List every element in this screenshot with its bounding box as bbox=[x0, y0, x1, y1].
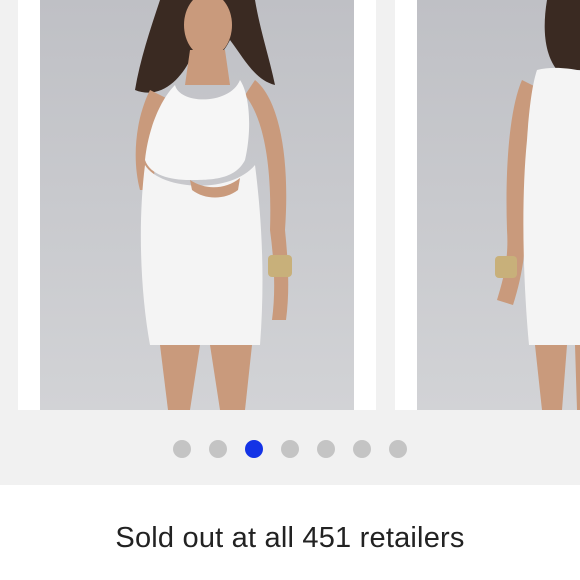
carousel-dot-6[interactable] bbox=[353, 440, 371, 458]
carousel-slide-2[interactable] bbox=[395, 0, 580, 410]
carousel-dot-5[interactable] bbox=[317, 440, 335, 458]
sold-out-status: Sold out at all 451 retailers bbox=[115, 522, 465, 554]
carousel-dot-3[interactable] bbox=[245, 440, 263, 458]
carousel-dot-1[interactable] bbox=[173, 440, 191, 458]
carousel-pagination bbox=[0, 440, 580, 458]
product-photo-back bbox=[417, 0, 580, 410]
carousel-dot-4[interactable] bbox=[281, 440, 299, 458]
image-carousel[interactable] bbox=[0, 0, 580, 485]
carousel-dot-2[interactable] bbox=[209, 440, 227, 458]
product-photo-front bbox=[40, 0, 354, 410]
carousel-slide-1[interactable] bbox=[18, 0, 376, 410]
carousel-dot-7[interactable] bbox=[389, 440, 407, 458]
